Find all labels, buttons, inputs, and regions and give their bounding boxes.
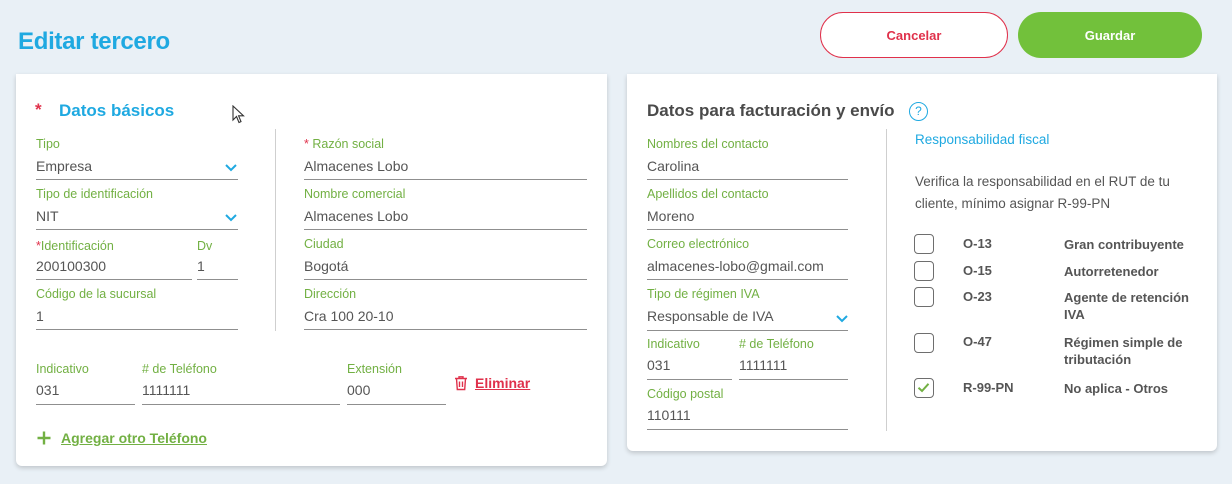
column-divider	[275, 129, 276, 331]
checkbox-r99pn[interactable]	[914, 378, 934, 398]
identificacion-value: 200100300	[36, 258, 107, 274]
required-mark: *	[35, 100, 42, 119]
fiscal-label: Gran contribuyente	[1064, 237, 1184, 252]
tipo-value: Empresa	[36, 158, 93, 174]
field-underline	[647, 330, 848, 331]
telefono-label: # de Teléfono	[142, 362, 217, 376]
telefono-value: 1111111	[142, 382, 191, 398]
field-underline	[36, 279, 192, 280]
fiscal-label: Régimen simple de tributación	[1064, 335, 1183, 367]
checkbox-o13[interactable]	[914, 234, 934, 254]
field-underline	[36, 329, 238, 330]
fiscal-code: O-15	[963, 263, 992, 278]
fiscal-label: Autorretenedor	[1064, 264, 1159, 279]
codigo-postal-label: Código postal	[647, 387, 724, 401]
column-divider	[886, 129, 887, 431]
fiscal-description: Verifica la responsabilidad en el RUT de…	[915, 174, 1170, 211]
field-underline	[347, 404, 446, 405]
apellidos-label: Apellidos del contacto	[647, 187, 769, 201]
field-underline	[647, 379, 732, 380]
billing-title: Datos para facturación y envío	[647, 101, 895, 120]
fiscal-code: O-23	[963, 289, 992, 304]
checkbox-o47[interactable]	[914, 333, 934, 353]
billing-telefono-label: # de Teléfono	[739, 337, 814, 351]
codigo-sucursal-value: 1	[36, 308, 44, 324]
field-underline	[304, 329, 587, 330]
ciudad-value: Bogotá	[304, 258, 349, 274]
chevron-down-icon	[836, 315, 848, 323]
regimen-value: Responsable de IVA	[647, 308, 774, 324]
field-underline	[647, 179, 848, 180]
delete-phone-label: Eliminar	[475, 375, 531, 391]
checkmark-icon	[917, 383, 930, 393]
billing-indicativo-value: 031	[647, 357, 671, 373]
plus-icon	[37, 431, 51, 445]
indicativo-label: Indicativo	[36, 362, 89, 376]
extension-label: Extensión	[347, 362, 402, 376]
billing-card: Datos para facturación y envío ? Nombres…	[627, 74, 1217, 451]
indicativo-value: 031	[36, 382, 60, 398]
field-underline	[36, 179, 238, 180]
nombres-value: Carolina	[647, 158, 700, 174]
field-underline	[36, 229, 238, 230]
chevron-down-icon	[225, 164, 237, 172]
dv-label: Dv	[197, 239, 213, 253]
razon-social-label: * Razón social	[304, 137, 384, 151]
field-underline	[142, 404, 340, 405]
field-underline	[647, 429, 848, 430]
extension-value: 000	[347, 382, 371, 398]
dv-value: 1	[197, 258, 205, 274]
field-underline	[647, 279, 848, 280]
billing-indicativo-label: Indicativo	[647, 337, 700, 351]
regimen-label: Tipo de régimen IVA	[647, 287, 760, 301]
checkbox-o15[interactable]	[914, 261, 934, 281]
nombres-label: Nombres del contacto	[647, 137, 769, 151]
tipo-identificacion-label: Tipo de identificación	[36, 187, 153, 201]
chevron-down-icon	[225, 214, 237, 222]
correo-value: almacenes-lobo@gmail.com	[647, 258, 824, 274]
mouse-cursor-icon	[232, 105, 245, 124]
nombre-comercial-value: Almacenes Lobo	[304, 208, 409, 224]
codigo-postal-value: 110111	[647, 407, 691, 423]
page-title: Editar tercero	[18, 28, 170, 55]
add-phone-label: Agregar otro Teléfono	[61, 430, 207, 446]
direccion-label: Dirección	[304, 287, 357, 301]
nombre-comercial-label: Nombre comercial	[304, 187, 406, 201]
basic-data-card: * Datos básicos Tipo Empresa Tipo de ide…	[16, 74, 607, 466]
delete-phone-link[interactable]: Eliminar	[454, 375, 530, 391]
correo-label: Correo electrónico	[647, 237, 750, 251]
save-button[interactable]: Guardar	[1018, 12, 1202, 58]
field-underline	[647, 229, 848, 230]
identificacion-label: *Identificación	[36, 239, 114, 253]
basic-data-title: Datos básicos	[59, 101, 175, 120]
checkbox-o23[interactable]	[914, 287, 934, 307]
billing-telefono-value: 1111111	[739, 357, 788, 373]
identificacion-label-text: Identificación	[40, 239, 114, 253]
codigo-sucursal-label: Código de la sucursal	[36, 287, 157, 301]
trash-icon	[455, 376, 467, 391]
fiscal-responsibility-link[interactable]: Responsabilidad fiscal	[915, 132, 1049, 147]
field-underline	[304, 279, 587, 280]
cancel-button[interactable]: Cancelar	[820, 12, 1008, 58]
field-underline	[36, 404, 135, 405]
apellidos-value: Moreno	[647, 208, 695, 224]
help-icon[interactable]: ?	[909, 102, 928, 121]
field-underline	[304, 229, 587, 230]
fiscal-label: Agente de retención IVA	[1064, 290, 1189, 322]
required-star: *	[304, 137, 309, 151]
razon-social-label-text: Razón social	[312, 137, 384, 151]
field-underline	[197, 279, 238, 280]
fiscal-code: O-13	[963, 236, 992, 251]
fiscal-code: O-47	[963, 334, 992, 349]
direccion-value: Cra 100 20-10	[304, 308, 394, 324]
tipo-label: Tipo	[36, 137, 60, 151]
tipo-identificacion-value: NIT	[36, 208, 59, 224]
field-underline	[739, 379, 848, 380]
fiscal-label: No aplica - Otros	[1064, 381, 1169, 396]
razon-social-value: Almacenes Lobo	[304, 158, 409, 174]
add-phone-link[interactable]: Agregar otro Teléfono	[36, 430, 207, 446]
ciudad-label: Ciudad	[304, 237, 344, 251]
fiscal-code: R-99-PN	[963, 380, 1014, 395]
field-underline	[304, 179, 587, 180]
